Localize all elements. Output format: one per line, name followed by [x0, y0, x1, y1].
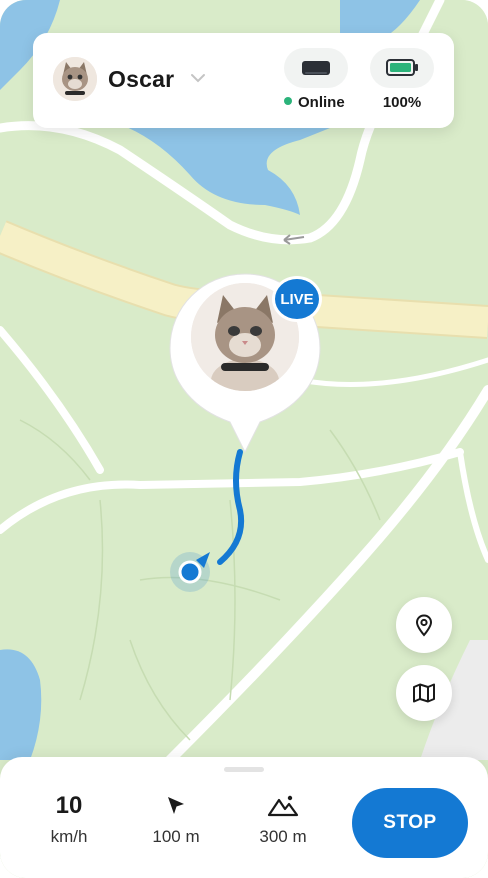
battery-percentage: 100%	[382, 94, 422, 111]
chevron-down-icon[interactable]	[189, 71, 207, 85]
tracking-bottom-sheet: 10 km/h 100 m 300 m STOP	[0, 757, 488, 878]
tracker-device-icon	[302, 61, 330, 75]
battery-chip[interactable]	[370, 48, 434, 88]
user-location-dot	[178, 560, 202, 584]
center-on-pet-button[interactable]	[396, 597, 452, 653]
battery-full-icon	[386, 59, 418, 76]
altitude-value: 300 m	[259, 827, 307, 846]
pet-name[interactable]: Oscar	[108, 66, 174, 93]
speed-value: 10	[55, 792, 83, 819]
speed-stat: 10 km/h	[24, 791, 114, 847]
phone-screen: LIVE Oscar Online 100% 10 km/h 100 m 300…	[0, 0, 488, 878]
pet-header-card: Oscar Online 100%	[33, 33, 454, 128]
online-status-label: Online	[298, 94, 345, 111]
sheet-drag-handle[interactable]	[224, 767, 264, 772]
online-dot	[284, 97, 292, 105]
location-pin-icon	[415, 614, 433, 637]
online-status: Online	[284, 94, 374, 111]
map-layers-button[interactable]	[396, 665, 452, 721]
distance-stat: 100 m	[131, 791, 221, 847]
distance-value: 100 m	[152, 827, 200, 846]
mountain-icon	[267, 795, 299, 817]
altitude-stat: 300 m	[238, 791, 328, 847]
navigation-arrow-icon	[168, 797, 184, 814]
tracker-chip[interactable]	[284, 48, 348, 88]
stop-tracking-button[interactable]: STOP	[352, 788, 468, 858]
speed-unit: km/h	[50, 827, 88, 846]
map-icon	[413, 683, 435, 703]
live-badge: LIVE	[272, 276, 322, 322]
pet-avatar[interactable]	[53, 57, 97, 101]
